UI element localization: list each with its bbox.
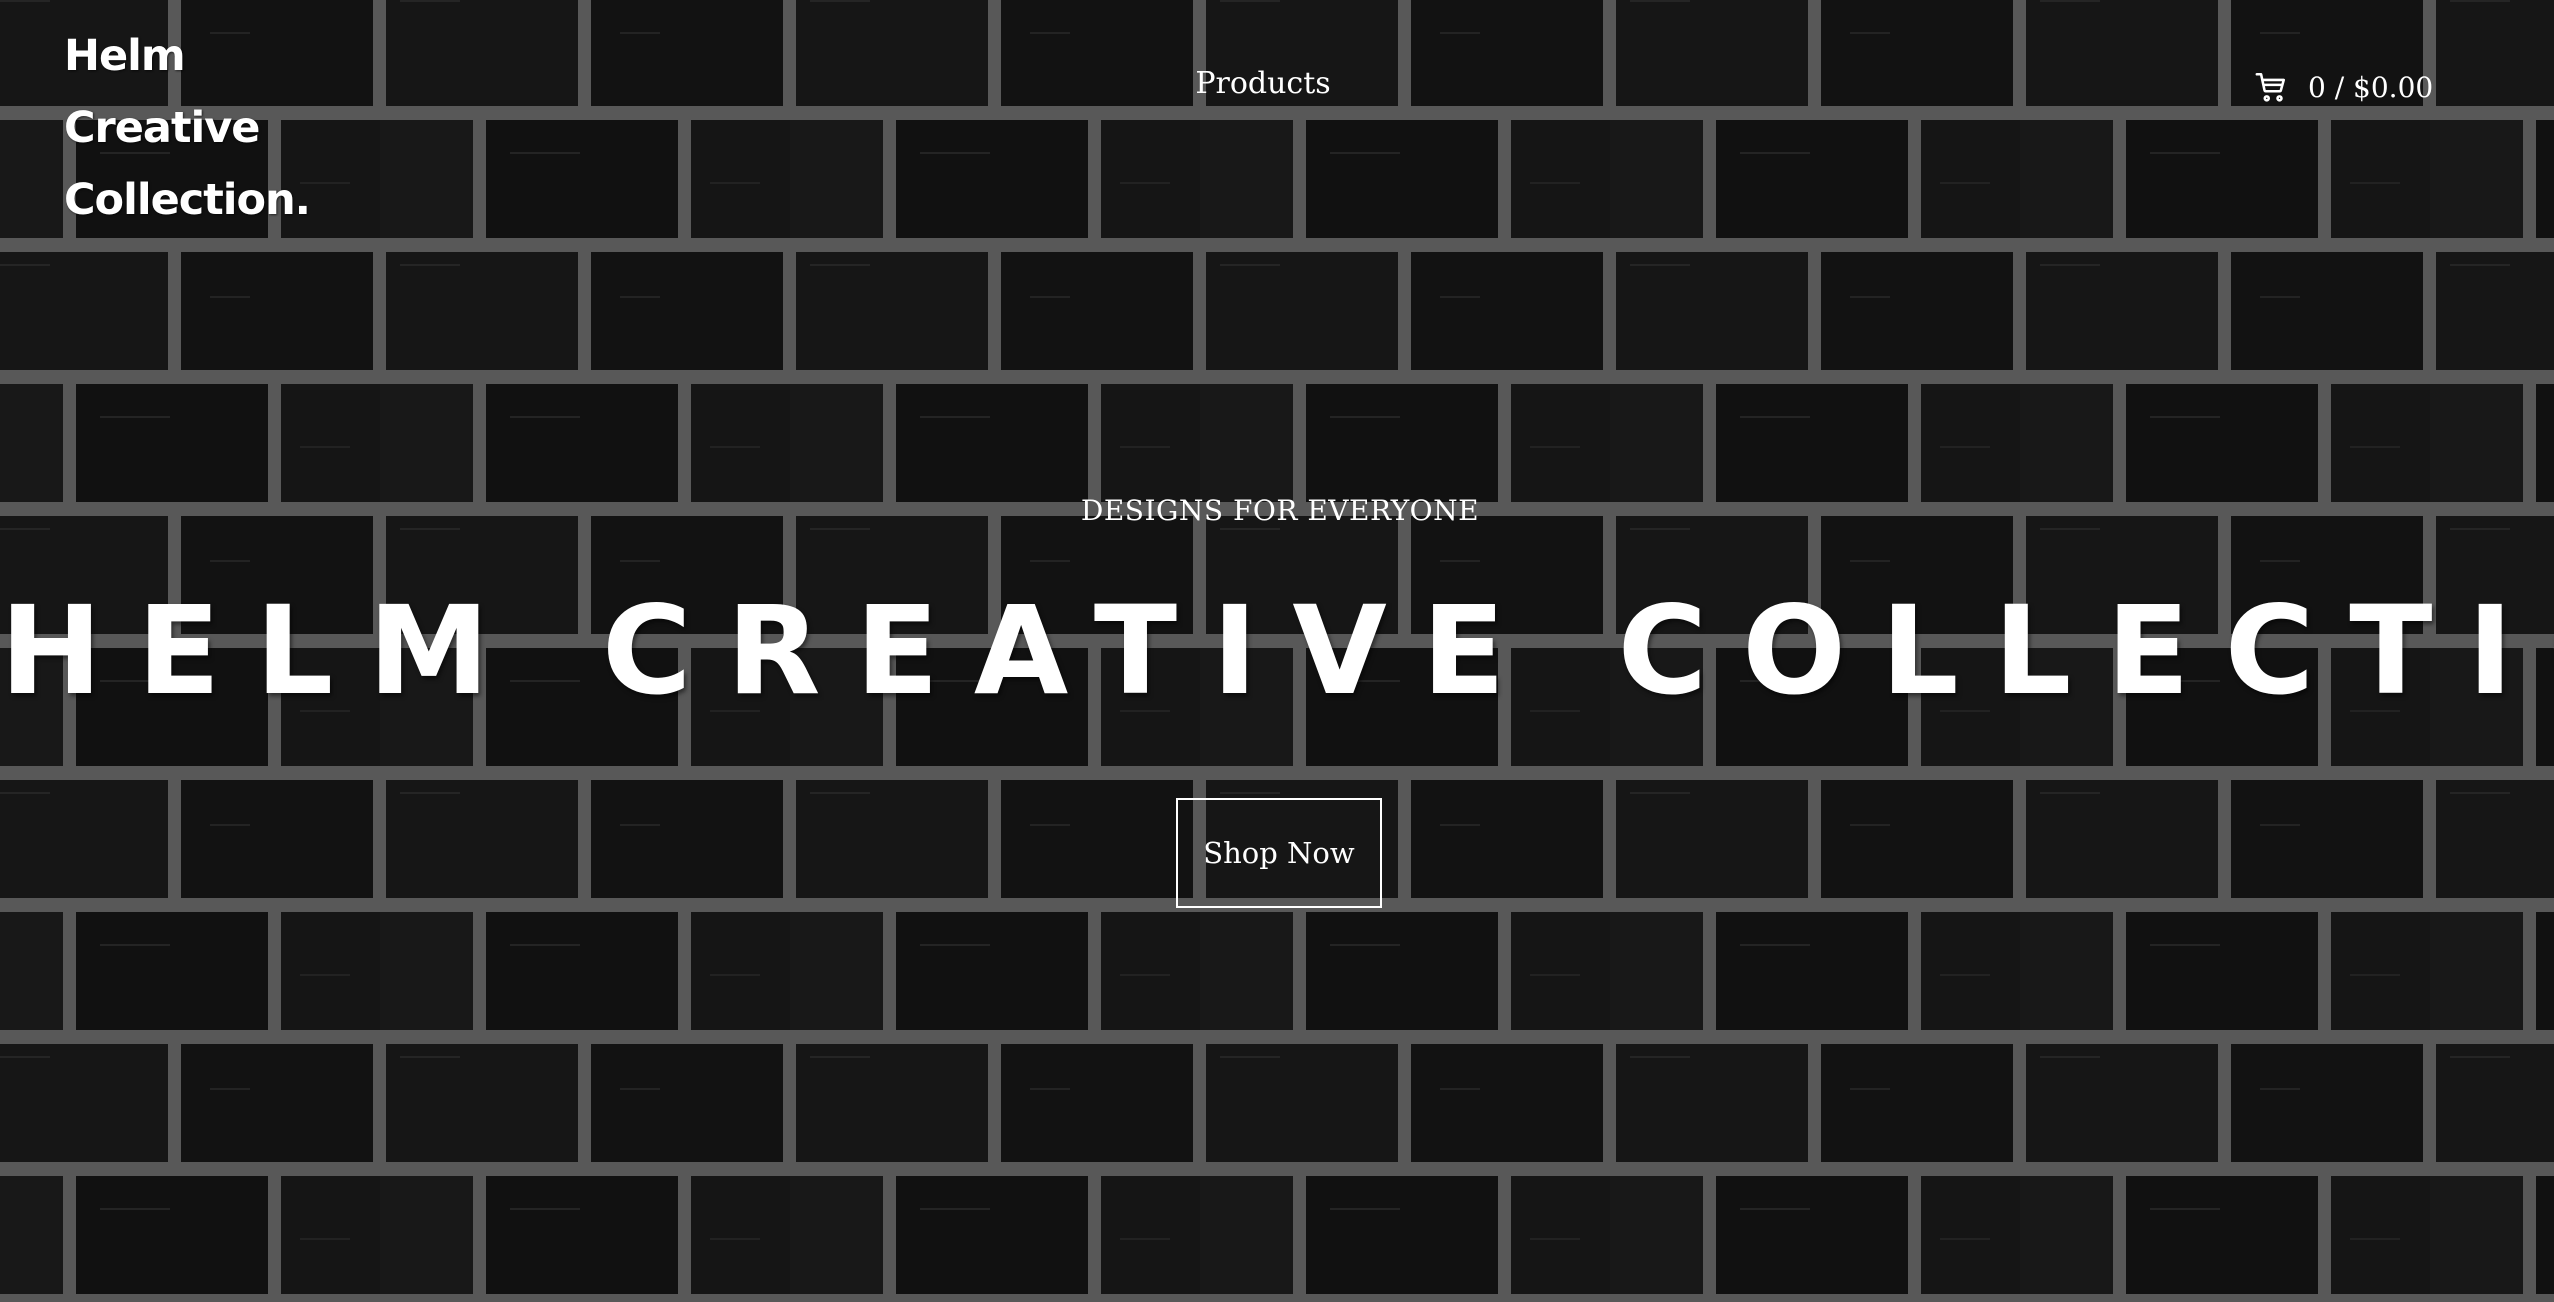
hero-eyebrow: DESIGNS FOR EVERYONE — [1080, 494, 1480, 527]
hero-title: HELM CREATIVE COLLECTION — [0, 580, 2554, 722]
shop-now-button[interactable]: Shop Now — [1176, 798, 1382, 908]
hero-section: DESIGNS FOR EVERYONE HELM CREATIVE COLLE… — [0, 0, 2554, 1302]
page: Helm Creative Collection. Products 0 / $… — [0, 0, 2554, 1302]
